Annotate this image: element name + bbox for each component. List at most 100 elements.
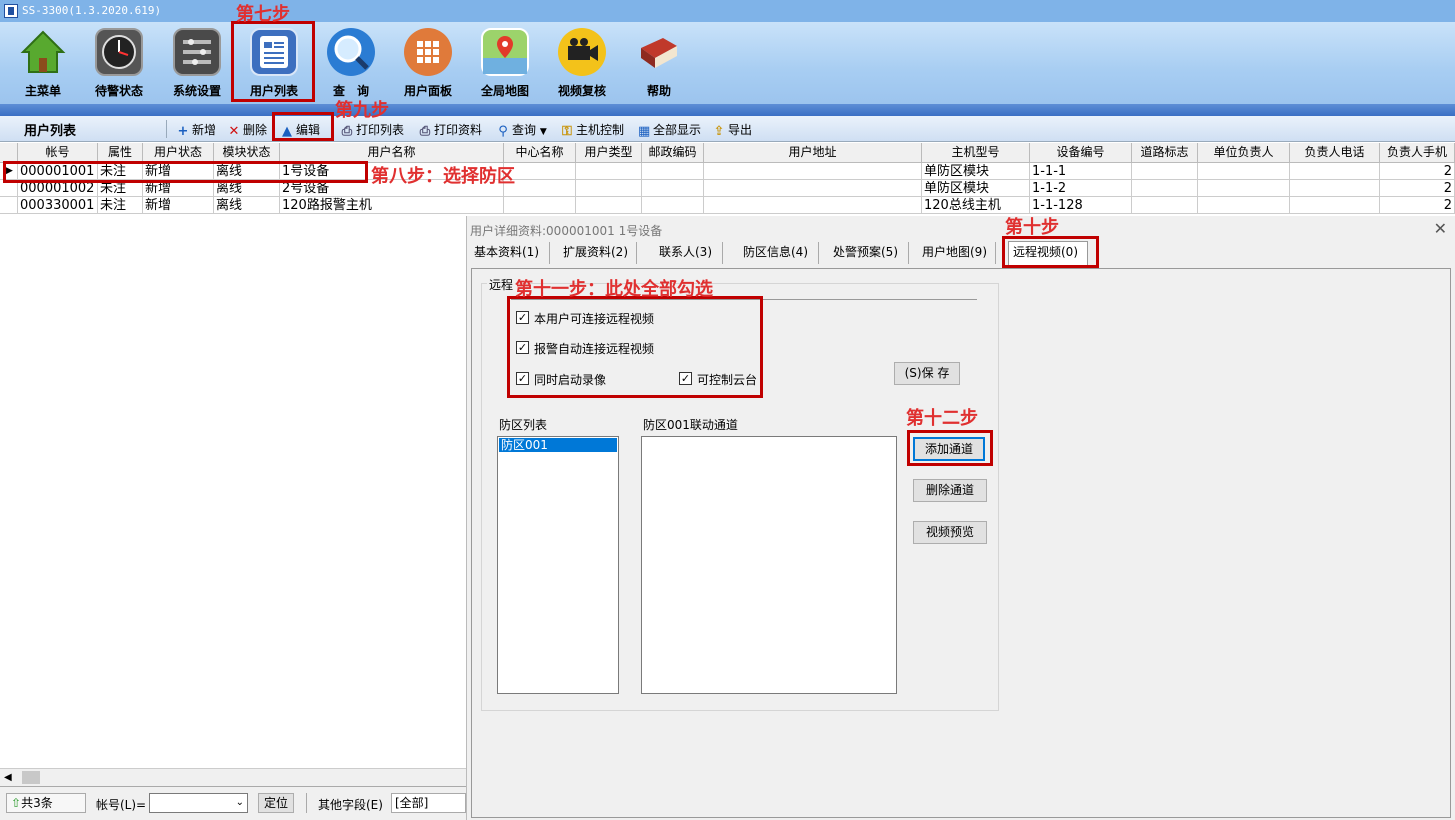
column-header[interactable]: 负责人电话 bbox=[1290, 143, 1380, 163]
ribbon-help-button[interactable]: 帮助 bbox=[622, 26, 696, 102]
ribbon-global-map-button[interactable]: 全局地图 bbox=[468, 26, 542, 102]
cell-device-no[interactable]: 1-1-128 bbox=[1030, 197, 1132, 214]
cell-empty[interactable] bbox=[1290, 197, 1380, 214]
cell-name[interactable]: 120路报警主机 bbox=[280, 197, 504, 214]
list-item[interactable]: 防区001 bbox=[499, 438, 617, 452]
highlight-box-row bbox=[3, 161, 368, 183]
column-header[interactable]: 中心名称 bbox=[504, 143, 576, 163]
cell-attr[interactable]: 未注 bbox=[98, 197, 143, 214]
column-header[interactable]: 邮政编码 bbox=[642, 143, 704, 163]
column-header[interactable]: 属性 bbox=[98, 143, 143, 163]
cell-empty[interactable] bbox=[704, 163, 922, 180]
column-header[interactable]: 用户状态 bbox=[143, 143, 214, 163]
tab-basic-info[interactable]: 基本资料(1) bbox=[470, 242, 550, 264]
cell-phone[interactable]: 2 bbox=[1380, 180, 1455, 197]
highlight-box-checkboxes bbox=[507, 296, 763, 398]
cell-account[interactable]: 000330001 bbox=[18, 197, 98, 214]
list-toolbar: 用户列表 + 新增 ✕ 删除 ▲ 编辑 ⎙ 打印列表 ⎙ 打印资料 ⚲ 查询 ▼ ⚿ 主机控制… bbox=[0, 116, 1455, 142]
annotation-step7: 第七步 bbox=[236, 4, 290, 25]
print-list-button[interactable]: ⎙ 打印列表 bbox=[341, 121, 404, 138]
column-header[interactable]: 用户地址 bbox=[704, 143, 922, 163]
map-icon bbox=[481, 28, 529, 76]
cell-empty[interactable] bbox=[576, 197, 642, 214]
cell-empty[interactable] bbox=[1198, 163, 1290, 180]
locate-button[interactable]: 定位 bbox=[258, 793, 294, 813]
annotation-step8: 第八步：选择防区 bbox=[371, 166, 515, 187]
column-header[interactable]: 负责人手机 bbox=[1380, 143, 1455, 163]
export-button[interactable]: ⇪ 导出 bbox=[713, 121, 752, 138]
column-header[interactable]: 主机型号 bbox=[922, 143, 1030, 163]
chevron-down-icon[interactable]: ⌄ bbox=[236, 797, 244, 808]
channel-list[interactable] bbox=[641, 436, 897, 694]
cell-host-model[interactable]: 单防区模块 bbox=[922, 180, 1030, 197]
cell-empty[interactable] bbox=[642, 180, 704, 197]
cell-module-status[interactable]: 离线 bbox=[214, 197, 280, 214]
horizontal-scrollbar[interactable]: ◀ bbox=[0, 768, 466, 786]
show-all-button[interactable]: ▦ 全部显示 bbox=[638, 121, 701, 138]
zone-list[interactable]: 防区001 bbox=[497, 436, 619, 694]
tab-alarm-plan[interactable]: 处警预案(5) bbox=[829, 242, 909, 264]
tab-user-map[interactable]: 用户地图(9) bbox=[918, 242, 996, 264]
column-header[interactable]: 用户类型 bbox=[576, 143, 642, 163]
print-info-button[interactable]: ⎙ 打印资料 bbox=[419, 121, 482, 138]
annotation-step9: 第九步 bbox=[335, 100, 389, 121]
delete-channel-button[interactable]: 删除通道 bbox=[913, 479, 987, 502]
cell-host-model[interactable]: 120总线主机 bbox=[922, 197, 1030, 214]
cell-empty[interactable] bbox=[1132, 197, 1198, 214]
cell-empty[interactable] bbox=[1132, 163, 1198, 180]
cell-phone[interactable]: 2 bbox=[1380, 163, 1455, 180]
cell-phone[interactable]: 2 bbox=[1380, 197, 1455, 214]
cell-empty[interactable] bbox=[576, 163, 642, 180]
highlight-box-remote-tab bbox=[1002, 236, 1099, 268]
ribbon-user-panel-button[interactable]: 用户面板 bbox=[391, 26, 465, 102]
other-field-select[interactable]: [全部] bbox=[391, 793, 466, 813]
cell-user-status[interactable]: 新增 bbox=[143, 197, 214, 214]
save-button[interactable]: (S)保 存 bbox=[894, 362, 960, 385]
cell-empty[interactable] bbox=[576, 180, 642, 197]
add-button[interactable]: + 新增 bbox=[177, 121, 216, 138]
toolbar-divider bbox=[166, 120, 167, 138]
cell-empty[interactable] bbox=[1290, 163, 1380, 180]
tab-contacts[interactable]: 联系人(3) bbox=[655, 242, 723, 264]
main-ribbon: 主菜单 待警状态 系统设置 用户列表 查 询 用户面板 全局地图 视频复核 帮助 bbox=[0, 22, 1455, 104]
column-header[interactable]: 帐号 bbox=[18, 143, 98, 163]
column-header[interactable]: 道路标志 bbox=[1132, 143, 1198, 163]
host-control-button[interactable]: ⚿ 主机控制 bbox=[561, 121, 624, 138]
remote-group-label: 远程 bbox=[487, 276, 516, 293]
column-header[interactable]: 单位负责人 bbox=[1198, 143, 1290, 163]
cell-empty[interactable] bbox=[1198, 197, 1290, 214]
cell-empty[interactable] bbox=[642, 163, 704, 180]
ribbon-settings-button[interactable]: 系统设置 bbox=[160, 26, 234, 102]
column-header[interactable]: 模块状态 bbox=[214, 143, 280, 163]
ribbon-query-button[interactable]: 查 询 bbox=[314, 26, 388, 102]
ribbon-video-review-button[interactable]: 视频复核 bbox=[545, 26, 619, 102]
column-header[interactable]: 设备编号 bbox=[1030, 143, 1132, 163]
cell-device-no[interactable]: 1-1-1 bbox=[1030, 163, 1132, 180]
cell-empty[interactable] bbox=[1132, 180, 1198, 197]
scroll-left-icon[interactable]: ◀ bbox=[4, 772, 12, 783]
cell-empty[interactable] bbox=[704, 180, 922, 197]
cell-host-model[interactable]: 单防区模块 bbox=[922, 163, 1030, 180]
query-dropdown-button[interactable]: ⚲ 查询 ▼ bbox=[497, 121, 547, 138]
delete-button[interactable]: ✕ 删除 bbox=[228, 121, 267, 138]
ribbon-home-button[interactable]: 主菜单 bbox=[6, 26, 80, 102]
other-field-label: 其他字段(E) bbox=[318, 798, 383, 812]
tab-zone-info[interactable]: 防区信息(4) bbox=[739, 242, 819, 264]
cell-empty[interactable] bbox=[704, 197, 922, 214]
scroll-thumb[interactable] bbox=[22, 771, 40, 784]
video-preview-button[interactable]: 视频预览 bbox=[913, 521, 987, 544]
cell-empty[interactable] bbox=[642, 197, 704, 214]
delete-x-icon: ✕ bbox=[228, 124, 240, 139]
close-icon[interactable]: ✕ bbox=[1434, 219, 1447, 238]
cell-device-no[interactable]: 1-1-2 bbox=[1030, 180, 1132, 197]
account-combo[interactable]: ⌄ bbox=[149, 793, 248, 813]
cell-empty[interactable] bbox=[1290, 180, 1380, 197]
tab-extended-info[interactable]: 扩展资料(2) bbox=[559, 242, 637, 264]
column-header[interactable]: 用户名称 bbox=[280, 143, 504, 163]
cell-empty[interactable] bbox=[504, 197, 576, 214]
status-divider bbox=[306, 793, 307, 813]
annotation-step11: 第十一步：此处全部勾选 bbox=[515, 279, 713, 300]
cell-empty[interactable] bbox=[1198, 180, 1290, 197]
account-label: 帐号(L)= bbox=[96, 798, 147, 812]
ribbon-standby-button[interactable]: 待警状态 bbox=[82, 26, 156, 102]
